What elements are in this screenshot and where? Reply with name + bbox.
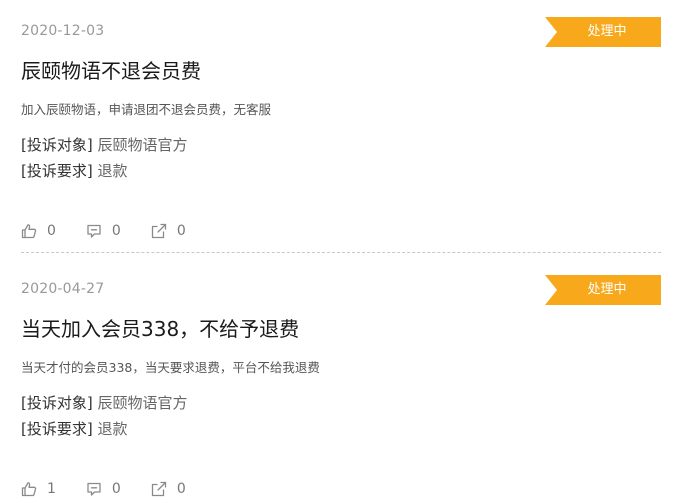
share-icon: [151, 223, 166, 239]
share-button[interactable]: 0: [151, 481, 186, 497]
like-count: 1: [47, 481, 56, 497]
complaint-request: [投诉要求] 退款: [21, 418, 128, 439]
comment-button[interactable]: 0: [86, 223, 121, 239]
complaint-target-value[interactable]: 辰颐物语官方: [98, 136, 188, 154]
status-badge: 处理中: [545, 275, 661, 305]
complaint-card[interactable]: 2020-12-03 处理中 辰颐物语不退会员费 加入辰颐物语，申请退团不退会员…: [21, 0, 661, 253]
complaint-request-value: 退款: [97, 420, 128, 438]
comment-icon: [87, 482, 101, 496]
complaint-title[interactable]: 辰颐物语不退会员费: [21, 55, 201, 84]
share-count: 0: [176, 481, 186, 497]
like-button[interactable]: 1: [21, 481, 56, 497]
comment-count: 0: [111, 223, 121, 239]
like-button[interactable]: 0: [21, 223, 56, 239]
complaint-date: 2020-04-27: [21, 281, 105, 297]
share-button[interactable]: 0: [151, 223, 186, 239]
complaint-date: 2020-12-03: [21, 23, 105, 39]
share-count: 0: [176, 223, 186, 239]
complaint-request-label: [投诉要求]: [21, 420, 93, 438]
complaint-target-label: [投诉对象]: [21, 394, 93, 412]
complaint-description: 当天才付的会员338，当天要求退费，平台不给我退费: [21, 360, 320, 375]
comment-button[interactable]: 0: [86, 481, 121, 497]
share-icon: [151, 481, 166, 497]
thumbs-up-icon: [21, 224, 37, 239]
complaint-target-label: [投诉对象]: [21, 136, 93, 154]
comment-count: 0: [111, 481, 121, 497]
status-badge: 处理中: [545, 17, 661, 47]
complaint-card[interactable]: 2020-04-27 处理中 当天加入会员338，不给予退费 当天才付的会员33…: [21, 258, 661, 503]
thumbs-up-icon: [21, 482, 37, 497]
complaint-actions: 1 0 0: [21, 478, 216, 500]
complaint-description: 加入辰颐物语，申请退团不退会员费，无客服: [21, 102, 272, 117]
complaint-target: [投诉对象] 辰颐物语官方: [21, 134, 188, 155]
complaint-title[interactable]: 当天加入会员338，不给予退费: [21, 313, 299, 342]
comment-icon: [87, 224, 101, 238]
complaint-request-label: [投诉要求]: [21, 162, 93, 180]
complaint-actions: 0 0 0: [21, 220, 216, 242]
complaint-target-value[interactable]: 辰颐物语官方: [98, 394, 188, 412]
complaint-target: [投诉对象] 辰颐物语官方: [21, 392, 188, 413]
like-count: 0: [47, 223, 56, 239]
complaint-request-value: 退款: [97, 162, 128, 180]
complaint-request: [投诉要求] 退款: [21, 160, 128, 181]
